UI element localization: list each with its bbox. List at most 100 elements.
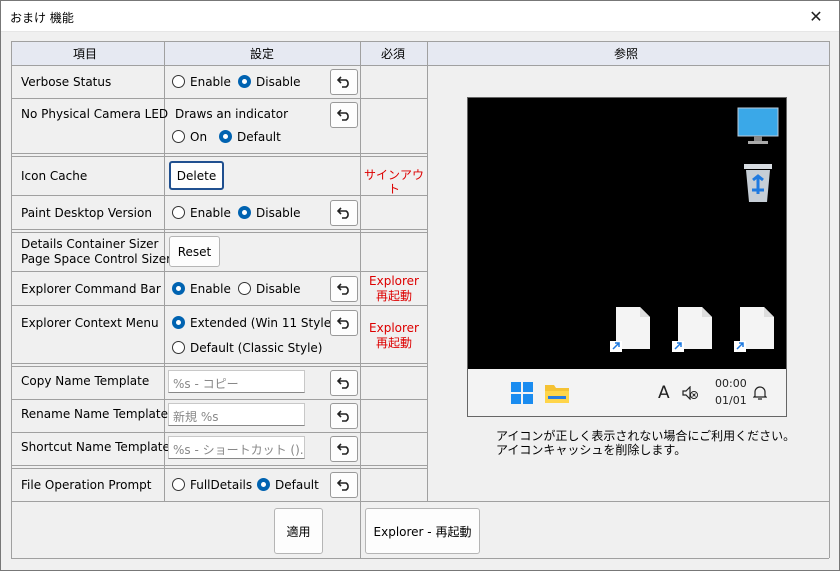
camera-on-label: On: [190, 130, 208, 144]
undo-icon: [337, 317, 349, 329]
paint-reset-button[interactable]: [330, 200, 358, 226]
grid-line: [11, 153, 427, 154]
shortcut-file-icon: [610, 307, 650, 352]
undo-icon: [337, 443, 349, 455]
file-op-label: File Operation Prompt: [21, 478, 152, 492]
verbose-disable-radio[interactable]: [238, 75, 251, 88]
copy-name-reset-button[interactable]: [330, 370, 358, 396]
paint-desktop-label: Paint Desktop Version: [21, 206, 152, 220]
undo-icon: [337, 76, 349, 88]
ctxmenu-classic-label: Default (Classic Style): [190, 341, 323, 355]
rename-name-reset-button[interactable]: [330, 403, 358, 429]
grid-line: [829, 41, 830, 558]
fileop-reset-button[interactable]: [330, 472, 358, 498]
icon-cache-label: Icon Cache: [21, 169, 88, 183]
monitor-icon: [737, 107, 779, 144]
paint-enable-radio[interactable]: [172, 206, 185, 219]
cmdbar-required-1: Explorer: [369, 274, 419, 288]
recycle-bin-icon: [744, 164, 772, 202]
camera-default-label: Default: [237, 130, 281, 144]
grid-line: [11, 271, 427, 272]
window-title: おまけ 機能: [10, 11, 74, 25]
rename-name-label: Rename Name Template: [21, 407, 168, 421]
cmdbar-enable-label: Enable: [190, 282, 231, 296]
ctxmenu-extended-label: Extended (Win 11 Style): [190, 316, 336, 330]
camera-led-desc: Draws an indicator: [175, 107, 289, 121]
ime-indicator: A: [658, 383, 670, 403]
delete-icon-cache-button[interactable]: Delete: [169, 161, 224, 190]
sizer-reset-button[interactable]: Reset: [169, 236, 220, 267]
copy-name-label: Copy Name Template: [21, 374, 150, 388]
grid-line: [11, 399, 427, 400]
paint-disable-label: Disable: [256, 206, 301, 220]
cmdbar-reset-button[interactable]: [330, 276, 358, 302]
command-bar-label: Explorer Command Bar: [21, 282, 161, 296]
verbose-status-label: Verbose Status: [21, 75, 112, 89]
title-bar: おまけ 機能 ✕: [1, 1, 839, 32]
header-reference: 参照: [614, 47, 639, 61]
shortcut-name-reset-button[interactable]: [330, 436, 358, 462]
clock-date: 01/01: [715, 394, 747, 407]
verbose-reset-button[interactable]: [330, 69, 358, 95]
camera-led-label: No Physical Camera LED: [21, 107, 169, 121]
file-explorer-icon: [545, 385, 569, 403]
camera-default-radio[interactable]: [219, 130, 232, 143]
clock-time: 00:00: [715, 377, 747, 390]
ctxmenu-reset-button[interactable]: [330, 310, 358, 336]
page-space-sizer-label: Page Space Control Sizer: [21, 252, 172, 266]
ctxmenu-extended-radio[interactable]: [172, 316, 185, 329]
dialog-window: おまけ 機能 ✕ 項目 設定 必須 参照 Verbose Status Enab…: [0, 0, 840, 571]
rename-name-input[interactable]: 新規 %s: [168, 403, 305, 426]
shortcut-file-icon: [672, 307, 712, 352]
undo-icon: [337, 377, 349, 389]
cmdbar-disable-radio[interactable]: [238, 282, 251, 295]
camera-on-radio[interactable]: [172, 130, 185, 143]
undo-icon: [337, 479, 349, 491]
undo-icon: [337, 109, 349, 121]
table-header: [11, 41, 829, 65]
grid-line: [11, 98, 427, 99]
grid-line: [11, 232, 427, 233]
verbose-enable-label: Enable: [190, 75, 231, 89]
header-required: 必須: [381, 47, 406, 61]
verbose-disable-label: Disable: [256, 75, 301, 89]
header-item: 項目: [73, 47, 98, 61]
camera-reset-button[interactable]: [330, 102, 358, 128]
shortcut-file-icon: [734, 307, 774, 352]
fileop-default-radio[interactable]: [257, 478, 270, 491]
explorer-restart-button[interactable]: Explorer - 再起動: [365, 508, 480, 554]
grid-line: [11, 156, 427, 157]
cmdbar-required-2: 再起動: [375, 289, 412, 303]
notification-bell-icon: [753, 386, 767, 400]
cmdbar-enable-radio[interactable]: [172, 282, 185, 295]
close-icon: ✕: [809, 7, 823, 26]
copy-name-input[interactable]: %s - コピー: [168, 370, 305, 393]
grid-line: [11, 468, 427, 469]
shortcut-name-input[interactable]: %s - ショートカット ().lnk: [168, 436, 305, 459]
grid-line: [11, 305, 427, 306]
header-setting: 設定: [250, 47, 275, 61]
ctxmenu-required-1: Explorer: [369, 321, 419, 335]
grid-line: [11, 366, 427, 367]
taskbar: A 00:00 01/01: [468, 369, 786, 416]
close-button[interactable]: ✕: [793, 1, 839, 32]
fileop-fulldetails-radio[interactable]: [172, 478, 185, 491]
ctxmenu-classic-radio[interactable]: [172, 341, 185, 354]
verbose-enable-radio[interactable]: [172, 75, 185, 88]
fileop-default-label: Default: [275, 478, 319, 492]
context-menu-label: Explorer Context Menu: [21, 316, 159, 330]
undo-icon: [337, 283, 349, 295]
grid-line: [11, 501, 829, 502]
apply-button[interactable]: 適用: [274, 508, 323, 554]
undo-icon: [337, 410, 349, 422]
grid-line: [11, 558, 829, 559]
grid-line: [11, 363, 427, 364]
paint-disable-radio[interactable]: [238, 206, 251, 219]
grid-line: [427, 41, 428, 501]
shortcut-name-label: Shortcut Name Template: [21, 440, 170, 454]
grid-line: [11, 432, 427, 433]
undo-icon: [337, 207, 349, 219]
grid-line: [11, 229, 427, 230]
icon-cache-required: サインアウト: [363, 168, 424, 196]
details-sizer-label: Details Container Sizer: [21, 237, 159, 251]
